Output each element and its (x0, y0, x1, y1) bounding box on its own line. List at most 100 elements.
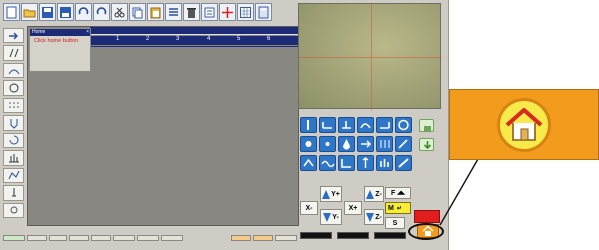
arrow-down-icon (323, 212, 332, 222)
column-header-6: 6 (267, 36, 271, 42)
stop-button[interactable] (414, 210, 440, 223)
dot-grid-icon[interactable] (3, 97, 24, 114)
status-cell-1 (3, 235, 25, 241)
grid-data-row[interactable] (90, 46, 299, 47)
settings-icon[interactable] (3, 202, 24, 218)
tool-point-icon[interactable] (300, 117, 317, 133)
jog-z-down-label: Z- (375, 213, 382, 221)
needle-icon[interactable] (3, 185, 24, 201)
jog-x-minus-button[interactable]: X- (300, 201, 318, 215)
tool-line-start-icon[interactable] (319, 117, 336, 133)
status-cell-7 (137, 235, 159, 241)
save-icon[interactable] (39, 3, 56, 21)
step-label: S (392, 219, 398, 227)
grid-header-row (90, 27, 299, 35)
cut-icon[interactable] (111, 3, 128, 21)
home-popup: Home × Click home button (29, 28, 91, 72)
path-icon[interactable] (3, 167, 24, 184)
redo-icon[interactable] (93, 3, 110, 21)
program-grid: 1 2 3 4 5 6 Home × Click home button (27, 26, 299, 226)
status-cell-5 (91, 235, 111, 241)
grid-column-row: 1 2 3 4 5 6 (90, 36, 299, 45)
feed-rate-button[interactable]: F ◢◣ (385, 187, 411, 199)
arrow-down-icon (366, 212, 375, 222)
main-window: 1 2 3 4 5 6 Home × Click home button X- … (0, 0, 449, 250)
step-button[interactable]: S (385, 217, 405, 229)
jog-x-minus-label: X- (305, 204, 313, 212)
tool-drop-icon[interactable] (338, 136, 355, 152)
jog-x-plus-button[interactable]: X+ (344, 201, 362, 215)
tool-arc-icon[interactable] (357, 117, 374, 133)
status-cell-4 (69, 235, 89, 241)
lock-icon[interactable] (419, 119, 434, 132)
list-icon[interactable] (165, 3, 182, 21)
tool-grid (300, 117, 440, 177)
paste-icon[interactable] (147, 3, 164, 21)
download-icon[interactable] (419, 138, 434, 151)
status-cell-9 (231, 235, 251, 241)
jog-z-up-label: Z- (375, 190, 382, 198)
status-bar (3, 235, 303, 241)
mode-button[interactable]: M ↵ (385, 202, 411, 214)
jog-z-down-button[interactable]: Z- (364, 209, 384, 225)
toolbar (3, 3, 293, 25)
arc-icon[interactable] (3, 62, 24, 79)
column-header-5: 5 (237, 36, 241, 42)
jog-y-plus-button[interactable]: Y+ (320, 186, 342, 202)
tool-dot-icon[interactable] (319, 136, 336, 152)
open-icon[interactable] (21, 3, 38, 21)
popup-title: Home (32, 29, 46, 35)
zoomed-home-circle (497, 97, 551, 152)
status-cell-3 (49, 235, 67, 241)
column-header-1: 1 (116, 36, 120, 42)
calculator-icon[interactable] (255, 3, 272, 21)
tool-home-pos-icon[interactable] (300, 155, 317, 171)
speed-icon: ◢◣ (397, 190, 405, 196)
popup-message: Click home button (34, 38, 79, 44)
tool-line-end-icon[interactable] (376, 117, 393, 133)
jog-y-plus-label: Y+ (331, 190, 340, 198)
zoomed-home-button (449, 89, 599, 160)
tool-slash-icon[interactable] (395, 155, 412, 171)
undo-icon[interactable] (75, 3, 92, 21)
x-position-readout (300, 232, 332, 239)
crosshair-icon[interactable] (219, 3, 236, 21)
tool-corner-icon[interactable] (338, 155, 355, 171)
tool-wave-icon[interactable] (319, 155, 336, 171)
tool-bars-icon[interactable] (376, 155, 393, 171)
tool-line-mid-icon[interactable] (338, 117, 355, 133)
save-as-icon[interactable] (57, 3, 74, 21)
dispense-icon[interactable] (3, 115, 24, 131)
status-cell-10 (253, 235, 273, 241)
properties-icon[interactable] (201, 3, 218, 21)
tool-edit-icon[interactable] (395, 136, 412, 152)
column-header-2: 2 (146, 36, 150, 42)
status-gap (185, 235, 229, 241)
popup-close-button[interactable]: × (86, 29, 90, 36)
left-sidebar (3, 28, 25, 218)
jog-z-up-button[interactable]: Z- (364, 186, 384, 202)
column-header-4: 4 (207, 36, 211, 42)
status-cell-2 (27, 235, 47, 241)
tool-height-icon[interactable] (357, 155, 374, 171)
tool-move-icon[interactable] (357, 136, 374, 152)
arrow-up-icon (322, 189, 331, 199)
circle-icon[interactable] (3, 80, 24, 96)
tool-dispense-icon[interactable] (300, 136, 317, 152)
array-icon[interactable] (3, 150, 24, 166)
tool-circle-icon[interactable] (395, 117, 412, 133)
point-arrow-icon[interactable] (3, 28, 24, 44)
delete-icon[interactable] (183, 3, 200, 21)
mode-label: M (388, 204, 394, 212)
enter-arrow-icon: ↵ (396, 205, 402, 212)
rotate-icon[interactable] (3, 132, 24, 149)
copy-icon[interactable] (129, 3, 146, 21)
home-button-highlight (408, 223, 444, 240)
new-icon[interactable] (3, 3, 20, 21)
jog-y-minus-label: Y- (332, 213, 339, 221)
jog-y-minus-button[interactable]: Y- (320, 209, 342, 225)
camera-view[interactable] (298, 3, 442, 110)
tool-pattern-icon[interactable] (376, 136, 393, 152)
grid-icon[interactable] (237, 3, 254, 21)
line-icon[interactable] (3, 45, 24, 61)
